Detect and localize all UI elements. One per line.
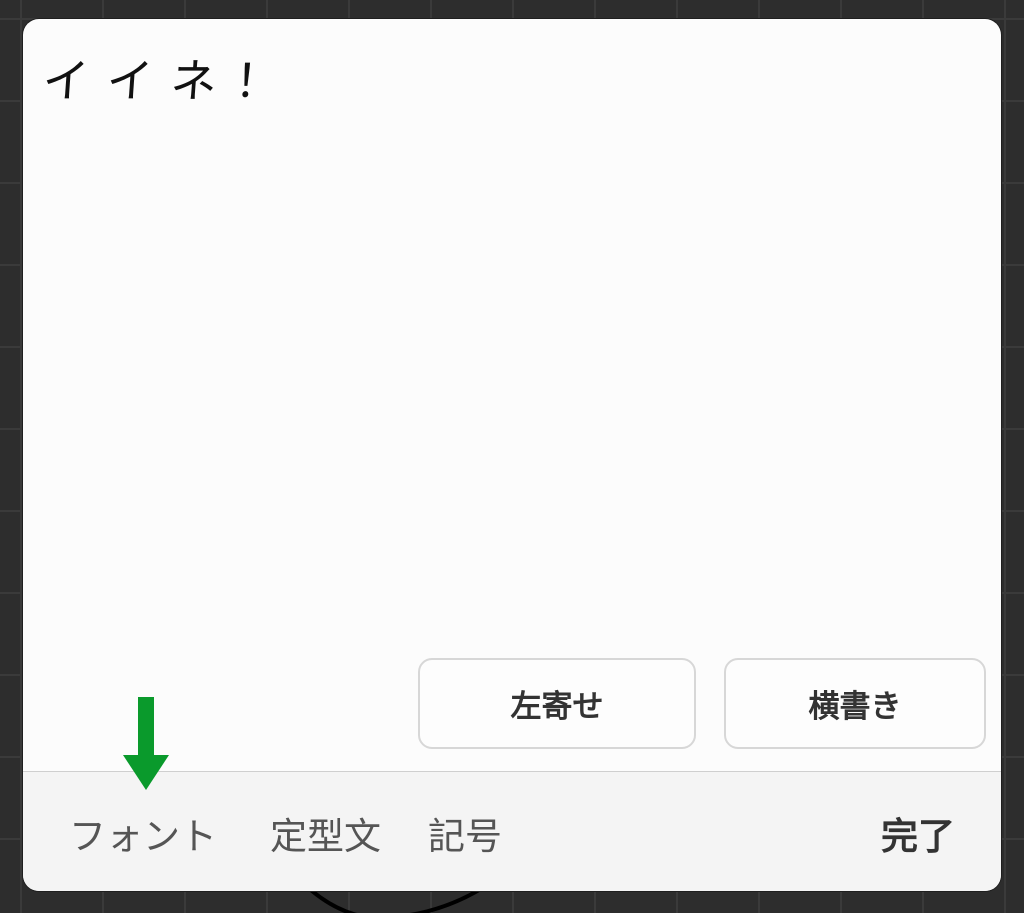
font-tab[interactable]: フォント bbox=[69, 806, 217, 860]
horizontal-writing-label: 横書き bbox=[808, 689, 902, 725]
done-button[interactable]: 完了 bbox=[881, 806, 955, 860]
align-left-label: 左寄せ bbox=[510, 689, 604, 725]
editor-text: イイネ！ bbox=[40, 54, 301, 108]
text-editor-area[interactable]: イイネ！ bbox=[41, 45, 302, 111]
green-down-arrow-icon bbox=[123, 697, 169, 790]
horizontal-writing-button[interactable]: 横書き bbox=[724, 658, 986, 749]
phrase-tab[interactable]: 定型文 bbox=[270, 806, 381, 860]
symbol-tab[interactable]: 記号 bbox=[428, 806, 502, 860]
align-left-button[interactable]: 左寄せ bbox=[418, 658, 696, 749]
